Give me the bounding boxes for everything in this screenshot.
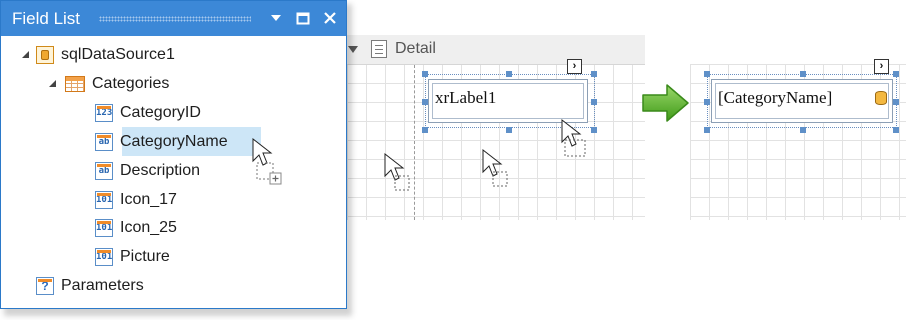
field-list-title-bar[interactable]: Field List	[1, 1, 346, 36]
resize-handle[interactable]	[704, 99, 710, 105]
field-string-icon: ab	[95, 133, 113, 151]
title-bar-grip[interactable]	[99, 16, 251, 22]
database-binding-icon	[875, 91, 887, 105]
xr-label-text: xrLabel1	[435, 88, 497, 107]
expand-datasource-icon[interactable]	[22, 51, 29, 58]
expand-table-icon[interactable]	[49, 80, 56, 87]
resize-handle[interactable]	[893, 127, 899, 133]
drop-indicator-line	[414, 65, 415, 220]
drop-cursor-icon	[561, 118, 586, 157]
resize-handle[interactable]	[800, 71, 806, 77]
tree-item-label: Parameters	[61, 277, 144, 294]
tree-item-field-icon25[interactable]: 101 Icon_25	[95, 214, 177, 242]
resize-handle[interactable]	[893, 71, 899, 77]
field-binary-icon: 101	[95, 248, 113, 266]
tree-item-field-icon17[interactable]: 101 Icon_17	[95, 186, 177, 214]
field-binary-icon: 101	[95, 191, 113, 209]
bound-smart-tag-button[interactable]: ›	[874, 59, 889, 74]
tree-item-label: CategoryID	[120, 104, 201, 121]
tree-item-label: Icon_25	[120, 219, 177, 236]
tree-item-field-picture[interactable]: 101 Picture	[95, 243, 170, 271]
resize-handle[interactable]	[704, 71, 710, 77]
field-list-panel: Field List sqlDataSource1 Categories 123…	[0, 0, 347, 309]
tree-item-label: Categories	[92, 75, 170, 92]
maximize-icon[interactable]	[295, 10, 311, 26]
tree-item-field-categoryid[interactable]: 123 CategoryID	[95, 99, 201, 127]
tree-item-label: Picture	[120, 248, 170, 265]
tree-item-table[interactable]: Categories	[65, 70, 169, 98]
resize-handle[interactable]	[591, 127, 597, 133]
band-detail-icon	[371, 40, 387, 58]
tree-item-label: CategoryName	[120, 133, 228, 150]
close-icon[interactable]	[322, 10, 338, 26]
datasource-icon	[36, 46, 54, 64]
drag-add-cursor-icon	[252, 137, 282, 185]
resize-handle[interactable]	[422, 99, 428, 105]
field-list-title: Field List	[12, 9, 81, 28]
field-binary-icon: 101	[95, 219, 113, 237]
resize-handle[interactable]	[506, 127, 512, 133]
resize-handle[interactable]	[893, 99, 899, 105]
table-icon	[65, 76, 85, 92]
resize-handle[interactable]	[704, 127, 710, 133]
tree-item-label: Description	[120, 162, 201, 179]
drag-cursor-icon	[384, 152, 410, 191]
dropdown-arrow-icon[interactable]	[268, 10, 284, 26]
resize-handle[interactable]	[422, 127, 428, 133]
tree-item-label: Icon_17	[120, 191, 177, 208]
resize-handle[interactable]	[506, 71, 512, 77]
resize-handle[interactable]	[422, 71, 428, 77]
tree-item-datasource[interactable]: sqlDataSource1	[36, 41, 175, 69]
tree-item-label: sqlDataSource1	[61, 46, 175, 63]
tree-item-field-description[interactable]: ab Description	[95, 157, 200, 185]
drag-cursor-icon	[482, 148, 508, 187]
field-string-icon: ab	[95, 162, 113, 180]
smart-tag-button[interactable]: ›	[567, 59, 582, 74]
tree-item-field-categoryname[interactable]: ab CategoryName	[95, 128, 228, 156]
transition-arrow-icon	[642, 84, 689, 122]
tree-item-parameters[interactable]: ? Parameters	[36, 272, 144, 300]
band-title: Detail	[395, 40, 436, 57]
field-number-icon: 123	[95, 104, 113, 122]
resize-handle[interactable]	[591, 71, 597, 77]
bound-xr-label-text: [CategoryName]	[718, 88, 833, 107]
xr-label[interactable]: xrLabel1	[428, 79, 588, 123]
resize-handle[interactable]	[800, 127, 806, 133]
bound-xr-label[interactable]: [CategoryName]	[711, 79, 893, 123]
resize-handle[interactable]	[591, 99, 597, 105]
parameters-icon: ?	[36, 277, 54, 295]
